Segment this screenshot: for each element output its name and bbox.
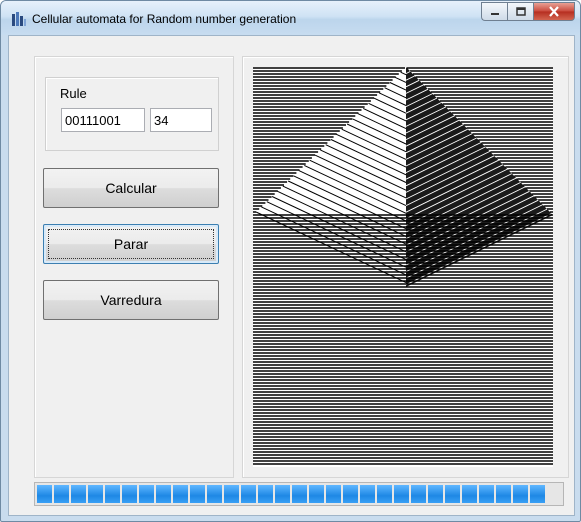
progress-segment (513, 485, 528, 503)
progress-segment (139, 485, 154, 503)
progress-segment (224, 485, 239, 503)
parar-button[interactable]: Parar (43, 224, 219, 264)
titlebar[interactable]: Cellular automata for Random number gene… (1, 1, 580, 35)
minimize-icon (490, 12, 499, 15)
varredura-button[interactable]: Varredura (43, 280, 219, 320)
rule-group: Rule (45, 77, 219, 151)
progress-segment (54, 485, 69, 503)
client-area: Rule Calcular Parar Varredura (8, 35, 575, 516)
progress-segment (411, 485, 426, 503)
progress-segment (156, 485, 171, 503)
progress-segment (326, 485, 341, 503)
controls-panel: Rule Calcular Parar Varredura (34, 56, 234, 478)
progress-segment (258, 485, 273, 503)
progress-segment (394, 485, 409, 503)
close-button[interactable] (533, 2, 575, 21)
progress-segment (71, 485, 86, 503)
automaton-canvas (253, 67, 553, 467)
progress-segment (496, 485, 511, 503)
progress-segment (530, 485, 545, 503)
progress-segment (37, 485, 52, 503)
maximize-button[interactable] (507, 2, 533, 21)
progress-segment (207, 485, 222, 503)
minimize-button[interactable] (481, 2, 507, 21)
automaton-panel (242, 56, 569, 478)
caption-buttons (481, 2, 575, 21)
progress-segment (292, 485, 307, 503)
progress-segment (445, 485, 460, 503)
progress-segment (309, 485, 324, 503)
progress-segment (360, 485, 375, 503)
rule-label: Rule (60, 86, 87, 101)
progress-segment (428, 485, 443, 503)
close-icon (549, 6, 559, 17)
progress-segment (462, 485, 477, 503)
rule-number-input[interactable] (150, 108, 212, 132)
progress-segment (173, 485, 188, 503)
progress-segment (88, 485, 103, 503)
progress-segment (241, 485, 256, 503)
progress-segment (105, 485, 120, 503)
progress-segment (122, 485, 137, 503)
progress-segment (190, 485, 205, 503)
rule-bits-input[interactable] (61, 108, 145, 132)
app-icon (12, 12, 26, 26)
progress-segment (343, 485, 358, 503)
progress-segment (479, 485, 494, 503)
progress-segment (275, 485, 290, 503)
app-window: Cellular automata for Random number gene… (0, 0, 581, 522)
calcular-button[interactable]: Calcular (43, 168, 219, 208)
progress-segment (377, 485, 392, 503)
progress-bar (34, 482, 564, 506)
window-title: Cellular automata for Random number gene… (32, 12, 297, 26)
maximize-icon (515, 6, 526, 16)
